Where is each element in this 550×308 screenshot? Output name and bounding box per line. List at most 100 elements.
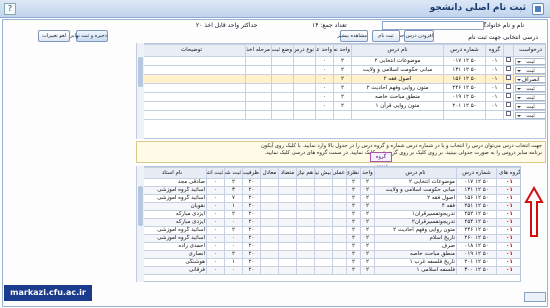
selected-course-row[interactable]: ثبت [137,110,545,120]
row-checkbox[interactable] [503,74,514,84]
finalize-label: ذخیره و ثبت نهایی [69,33,107,39]
group-number-cell[interactable]: ۰۱ [496,202,520,211]
page-nav-button[interactable] [524,292,546,302]
row-checkbox[interactable] [503,92,514,102]
request-dropdown[interactable]: ثبت [515,93,545,101]
course-code-cell[interactable] [443,110,486,120]
selected-course-row[interactable]: ثبت ۰۱ ۵۰ ۱۲ ۲۰۱ متون روایی قرآن ۱۲۰ [137,101,545,111]
cancel-changes-button[interactable]: لغو تغییرات [38,30,70,42]
bottom-table-scrollbar[interactable] [136,166,144,282]
course-name-cell: اصول فقه ۲ [374,194,457,203]
selected-course-row[interactable]: ثبت ۰۱ ۵۰ ۱۲ ۲۴۶ متون روایی وفهم احادیث ۲۲۰ [137,83,545,93]
request-select[interactable]: ثبت [513,56,545,66]
course-group-row[interactable]: ۰۱ ۵۰ ۱۲ ۳۰۰ فلسفه اسلامی ۱ ۲ ۲ ۲۰ ۰ ۰ فرقانی [137,266,520,275]
course-group-row[interactable]: ۰۱ ۵۰ ۱۲ ۰۱۸ صرف ۲ ۲ ۲۰ ۰ ۰ احمدی زاده [137,242,520,251]
student-name-field[interactable] [382,21,484,30]
course-group-row[interactable]: ۰۱ ۵۰ ۱۲ ۲۵۴ تدریجوتفسیرقرآن۲ ۲ ۲ ۲۰ ۰ ۰ ایزدی م… [137,218,520,227]
group-number-cell[interactable]: ۰۱ [496,234,520,243]
theory-cell: ۲ [333,65,352,75]
selected-course-row[interactable]: ثبت ۰۱ ۵۰ ۱۲ ۱۳۱ مبانی حکومت اسلامی و ولایت… [137,65,545,75]
request-dropdown[interactable]: ثبت [515,84,545,92]
group-number-cell[interactable]: ۰۱ [496,178,520,187]
group-number-cell[interactable]: ۰۱ [496,226,520,235]
row-check-box[interactable] [506,111,511,116]
course-code-cell[interactable]: ۵۰ ۱۲ ۰۱۷ [443,56,486,66]
request-select[interactable]: ثبت [513,110,545,120]
group-cell[interactable]: ۰۱ [485,74,504,84]
group-number-cell[interactable]: ۰۱ [496,242,520,251]
course-group-row[interactable]: ۰۱ ۵۰ ۱۲ ۲۶۰ تاریخ اسلام ۲ ۲ ۲۰ ۰ ۰ اساتید گروه … [137,234,520,243]
selected-course-row[interactable]: انصراف ۰۱ ۵۰ ۱۲ ۱۵۶ اصول فقه ۲۲۰ [137,74,545,84]
group-cell[interactable]: ۰۱ [485,65,504,75]
add-course-button[interactable]: افزودن درس جدید [394,30,434,42]
course-group-row[interactable]: ۰۱ ۵۰ ۱۲ ۱۳۱ مبانی حکومت اسلامی و ولایت ۲ ۲ ۲… [137,186,520,195]
top-table-scrollbar[interactable] [136,43,144,139]
group-number-cell[interactable]: ۰۱ [496,250,520,259]
group-cell[interactable]: ۰۱ [485,101,504,111]
request-dropdown[interactable]: ثبت [515,57,545,65]
course-code-cell[interactable]: ۵۰ ۱۲ ۱۵۶ [443,74,486,84]
request-select[interactable]: ثبت [513,101,545,111]
group-cell[interactable]: ۰۱ [485,56,504,66]
student-name-label: نام و نام خانوادگی [478,22,524,29]
help-icon[interactable]: ? [4,3,16,15]
registered-cell: ۰ [224,266,243,275]
register-button[interactable]: ثبت نام [372,30,400,42]
course-code-cell[interactable]: ۵۰ ۱۲ ۲۴۶ [443,83,486,93]
state-cell [271,74,294,84]
request-select[interactable]: انصراف [513,74,545,84]
row-checkbox[interactable] [503,101,514,111]
course-group-row[interactable]: ۰۱ ۵۰ ۱۲ ۲۵۱ فقه ۴ ۲ ۲ ۲۰ ۱ ۰ نقویان [137,202,520,211]
group-cell[interactable] [485,110,504,120]
row-checkbox[interactable] [503,65,514,75]
row-check-box[interactable] [506,102,511,107]
course-code-cell[interactable]: ۵۰ ۱۲ ۰۱۹ [443,92,486,102]
row-check-box[interactable] [506,84,511,89]
course-code-cell[interactable]: ۵۰ ۱۲ ۲۰۱ [443,101,486,111]
selected-course-row[interactable]: ثبت ۰۱ ۵۰ ۱۲ ۰۱۷ موضوعات انتخابی ۲۲۰ [137,56,545,66]
course-group-row[interactable]: ۰۱ ۵۰ ۱۲ ۰۱۹ منطق مباحث خاصه ۲ ۲ ۲۰ ۲ ۰ انصاری [137,250,520,259]
course-group-row[interactable]: ۰۱ ۵۰ ۱۲ ۲۴۶ متون روایی وفهم احادیث ۲ ۲ ۲ ۲۰ ۲… [137,226,520,235]
row-check-box[interactable] [506,66,511,71]
group-number-cell[interactable]: ۰۱ [496,194,520,203]
course-groups-icon[interactable]: گروه درسی [370,152,392,169]
practical-cell [332,178,347,187]
course-code-cell[interactable]: ۵۰ ۱۲ ۱۳۱ [443,65,486,75]
row-check-box[interactable] [506,75,511,80]
request-dropdown[interactable]: انصراف [515,75,545,83]
prereq-cell [314,266,333,275]
request-select[interactable]: ثبت [513,83,545,93]
col-professor: نام استاد [137,167,207,179]
row-checkbox[interactable] [503,110,514,120]
course-name-cell: مبانی حکومت اسلامی و ولایت [351,65,444,75]
course-group-row[interactable]: ۰۱ ۵۰ ۱۲ ۰۱۷ موضوعات انتخابی ۲ ۲ ۲ ۲۰ ۲ ۰ صادقی … [137,178,520,187]
group-number-cell[interactable]: ۰۱ [496,218,520,227]
course-code-cell: ۵۰ ۱۲ ۲۰۱ [456,258,497,267]
request-dropdown[interactable]: ثبت [515,111,545,119]
group-cell[interactable]: ۰۱ [485,92,504,102]
finalize-button[interactable]: ذخیره و ثبت نهایی [69,30,108,42]
request-select[interactable]: ثبت [513,65,545,75]
request-dropdown[interactable]: ثبت [515,66,545,74]
group-number-cell[interactable]: ۰۱ [496,186,520,195]
cancel-changes-label: لغو تغییرات [42,33,66,39]
group-number-cell[interactable]: ۰۱ [496,210,520,219]
theory-cell: ۲ [346,242,361,251]
course-group-row[interactable]: ۰۱ ۵۰ ۱۲ ۲۵۲ تدریجوتفسیرقرآن۱ ۲ ۲ ۲۰ ۲ ۰ ایزدی م… [137,210,520,219]
request-dropdown[interactable]: ثبت [515,102,545,110]
show-more-button[interactable]: مشاهده بیشتر [337,30,368,42]
prereq-cell [314,202,333,211]
group-number-cell[interactable]: ۰۱ [496,266,520,275]
theory-cell: ۲ [333,92,352,102]
row-check-box[interactable] [506,93,511,98]
selected-course-row[interactable]: ثبت ۰۱ ۵۰ ۱۲ ۰۱۹ منطق مباحث خاصه ۲ ۰ [137,92,545,102]
group-cell[interactable]: ۰۱ [485,83,504,93]
row-checkbox[interactable] [503,83,514,93]
request-select[interactable]: ثبت [513,92,545,102]
course-groups-table: گروه های درسی شماره درس نام درس واحد نظر… [137,167,520,275]
row-check-box[interactable] [506,57,511,62]
course-group-row[interactable]: ۰۱ ۵۰ ۱۲ ۲۰۱ تاریخ فلسفه غرب ۱ ۲ ۲ ۲۰ ۱ ۰ هوشنگی [137,258,520,267]
group-number-cell[interactable]: ۰۱ [496,258,520,267]
row-checkbox[interactable] [503,56,514,66]
course-group-row[interactable]: ۰۱ ۵۰ ۱۲ ۱۵۶ اصول فقه ۲ ۲ ۲ ۲۰ ۷ ۰ اساتید گروه آ… [137,194,520,203]
